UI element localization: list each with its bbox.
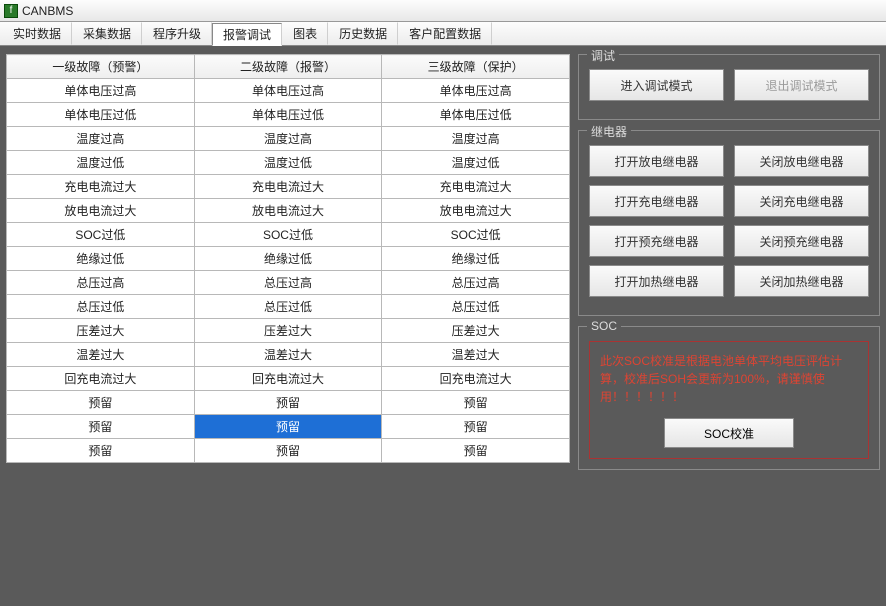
soc-panel: SOC 此次SOC校准是根据电池单体平均电压评估计算，校准后SOH会更新为100… — [578, 326, 880, 470]
soc-inner: 此次SOC校准是根据电池单体平均电压评估计算，校准后SOH会更新为100%，请谨… — [589, 341, 869, 459]
col-header-0[interactable]: 一级故障（预警） — [7, 55, 195, 79]
table-row: 预留预留预留 — [7, 415, 570, 439]
table-cell[interactable]: 预留 — [7, 415, 195, 439]
table-cell[interactable]: 温度过高 — [7, 127, 195, 151]
tab-3[interactable]: 报警调试 — [212, 23, 282, 46]
table-cell[interactable]: 温差过大 — [382, 343, 570, 367]
table-cell[interactable]: 单体电压过低 — [382, 103, 570, 127]
table-cell[interactable]: 放电电流过大 — [194, 199, 382, 223]
table-cell[interactable]: 绝缘过低 — [7, 247, 195, 271]
table-cell[interactable]: 总压过低 — [382, 295, 570, 319]
tab-4[interactable]: 图表 — [282, 22, 328, 45]
table-row: 总压过低总压过低总压过低 — [7, 295, 570, 319]
table-cell[interactable]: 温度过高 — [194, 127, 382, 151]
table-cell[interactable]: SOC过低 — [194, 223, 382, 247]
table-cell[interactable]: 单体电压过低 — [7, 103, 195, 127]
table-cell[interactable]: 预留 — [194, 391, 382, 415]
table-cell[interactable]: 回充电流过大 — [382, 367, 570, 391]
tab-6[interactable]: 客户配置数据 — [398, 22, 492, 45]
table-cell[interactable]: 预留 — [7, 391, 195, 415]
table-cell[interactable]: SOC过低 — [382, 223, 570, 247]
table-cell[interactable]: 温差过大 — [7, 343, 195, 367]
debug-panel: 调试 进入调试模式 退出调试模式 — [578, 54, 880, 120]
table-cell[interactable]: 充电电流过大 — [194, 175, 382, 199]
table-row: 回充电流过大回充电流过大回充电流过大 — [7, 367, 570, 391]
table-cell[interactable]: 压差过大 — [194, 319, 382, 343]
enter-debug-button[interactable]: 进入调试模式 — [589, 69, 724, 101]
table-row: 单体电压过高单体电压过高单体电压过高 — [7, 79, 570, 103]
relay-button-2-0[interactable]: 打开预充继电器 — [589, 225, 724, 257]
table-cell[interactable]: 绝缘过低 — [382, 247, 570, 271]
table-cell[interactable]: 总压过高 — [7, 271, 195, 295]
table-row: 温度过高温度过高温度过高 — [7, 127, 570, 151]
tab-0[interactable]: 实时数据 — [2, 22, 72, 45]
table-row: SOC过低SOC过低SOC过低 — [7, 223, 570, 247]
debug-panel-title: 调试 — [587, 47, 619, 64]
soc-warning-text: 此次SOC校准是根据电池单体平均电压评估计算，校准后SOH会更新为100%，请谨… — [600, 352, 858, 406]
table-cell[interactable]: 预留 — [382, 415, 570, 439]
table-cell[interactable]: 温差过大 — [194, 343, 382, 367]
app-icon: f — [4, 4, 18, 18]
table-cell[interactable]: 总压过高 — [382, 271, 570, 295]
window-titlebar: f CANBMS — [0, 0, 886, 22]
table-row: 放电电流过大放电电流过大放电电流过大 — [7, 199, 570, 223]
col-header-2[interactable]: 三级故障（保护） — [382, 55, 570, 79]
table-cell[interactable]: 放电电流过大 — [7, 199, 195, 223]
table-cell[interactable]: 单体电压过高 — [382, 79, 570, 103]
table-cell[interactable]: 压差过大 — [382, 319, 570, 343]
table-row: 温差过大温差过大温差过大 — [7, 343, 570, 367]
fault-table: 一级故障（预警）二级故障（报警）三级故障（保护） 单体电压过高单体电压过高单体电… — [6, 54, 570, 463]
table-cell[interactable]: 总压过高 — [194, 271, 382, 295]
relay-panel-title: 继电器 — [587, 123, 631, 140]
table-cell[interactable]: 预留 — [382, 439, 570, 463]
table-row: 预留预留预留 — [7, 391, 570, 415]
relay-button-3-1[interactable]: 关闭加热继电器 — [734, 265, 869, 297]
tab-2[interactable]: 程序升级 — [142, 22, 212, 45]
table-row: 总压过高总压过高总压过高 — [7, 271, 570, 295]
table-cell[interactable]: SOC过低 — [7, 223, 195, 247]
relay-button-2-1[interactable]: 关闭预充继电器 — [734, 225, 869, 257]
relay-button-1-1[interactable]: 关闭充电继电器 — [734, 185, 869, 217]
table-row: 温度过低温度过低温度过低 — [7, 151, 570, 175]
table-cell[interactable]: 预留 — [7, 439, 195, 463]
relay-button-0-0[interactable]: 打开放电继电器 — [589, 145, 724, 177]
table-row: 压差过大压差过大压差过大 — [7, 319, 570, 343]
table-cell[interactable]: 预留 — [382, 391, 570, 415]
relay-panel: 继电器 打开放电继电器关闭放电继电器打开充电继电器关闭充电继电器打开预充继电器关… — [578, 130, 880, 316]
table-cell[interactable]: 温度过高 — [382, 127, 570, 151]
table-cell[interactable]: 绝缘过低 — [194, 247, 382, 271]
relay-button-0-1[interactable]: 关闭放电继电器 — [734, 145, 869, 177]
table-cell[interactable]: 温度过低 — [382, 151, 570, 175]
table-cell[interactable]: 总压过低 — [194, 295, 382, 319]
table-cell[interactable]: 总压过低 — [7, 295, 195, 319]
table-cell[interactable]: 温度过低 — [194, 151, 382, 175]
tab-bar: 实时数据采集数据程序升级报警调试图表历史数据客户配置数据 — [0, 22, 886, 46]
table-cell[interactable]: 回充电流过大 — [7, 367, 195, 391]
tab-1[interactable]: 采集数据 — [72, 22, 142, 45]
table-cell[interactable]: 回充电流过大 — [194, 367, 382, 391]
table-cell[interactable]: 压差过大 — [7, 319, 195, 343]
table-cell[interactable]: 放电电流过大 — [382, 199, 570, 223]
table-row: 预留预留预留 — [7, 439, 570, 463]
table-row: 绝缘过低绝缘过低绝缘过低 — [7, 247, 570, 271]
relay-button-3-0[interactable]: 打开加热继电器 — [589, 265, 724, 297]
table-cell[interactable]: 温度过低 — [7, 151, 195, 175]
table-cell[interactable]: 充电电流过大 — [382, 175, 570, 199]
table-cell[interactable]: 充电电流过大 — [7, 175, 195, 199]
table-cell[interactable]: 单体电压过高 — [194, 79, 382, 103]
table-row: 充电电流过大充电电流过大充电电流过大 — [7, 175, 570, 199]
soc-panel-title: SOC — [587, 319, 621, 333]
soc-calibrate-button[interactable]: SOC校准 — [664, 418, 794, 448]
window-title: CANBMS — [22, 4, 73, 18]
exit-debug-button[interactable]: 退出调试模式 — [734, 69, 869, 101]
table-cell[interactable]: 预留 — [194, 439, 382, 463]
col-header-1[interactable]: 二级故障（报警） — [194, 55, 382, 79]
tab-5[interactable]: 历史数据 — [328, 22, 398, 45]
table-cell[interactable]: 单体电压过低 — [194, 103, 382, 127]
table-row: 单体电压过低单体电压过低单体电压过低 — [7, 103, 570, 127]
table-cell[interactable]: 预留 — [194, 415, 382, 439]
table-cell[interactable]: 单体电压过高 — [7, 79, 195, 103]
relay-button-1-0[interactable]: 打开充电继电器 — [589, 185, 724, 217]
